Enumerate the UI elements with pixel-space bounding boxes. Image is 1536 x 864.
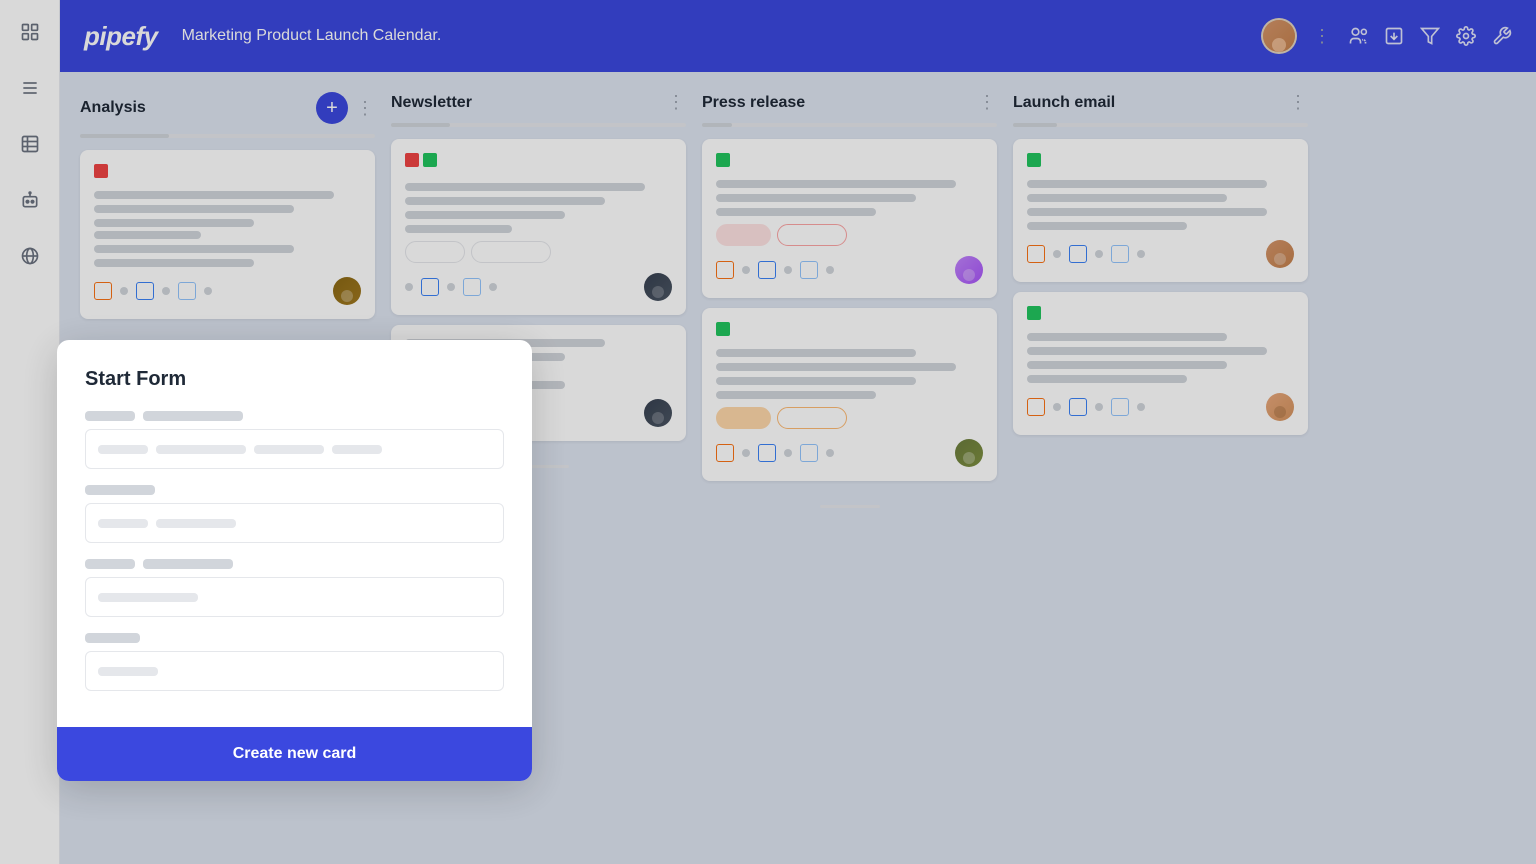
form-body: Start Form [57,340,532,707]
placeholder-block [98,593,198,602]
label-block [85,411,135,421]
form-label-3 [85,559,504,569]
form-input-4[interactable] [85,651,504,691]
input-content [98,667,158,676]
form-label-4 [85,633,504,643]
form-input-2[interactable] [85,503,504,543]
input-content [98,593,198,602]
form-label-2 [85,485,504,495]
form-field-3 [85,559,504,617]
placeholder-block [156,445,246,454]
create-card-button[interactable]: Create new card [57,727,532,781]
input-content [98,445,382,454]
form-field-2 [85,485,504,543]
placeholder-block [98,667,158,676]
placeholder-block [98,445,148,454]
placeholder-block [156,519,236,528]
label-block [85,633,140,643]
form-field-4 [85,633,504,691]
form-label-1 [85,411,504,421]
placeholder-block [98,519,148,528]
input-content [98,519,236,528]
placeholder-block [254,445,324,454]
form-title: Start Form [85,368,504,391]
form-field-1 [85,411,504,469]
start-form: Start Form [57,340,532,781]
label-block [85,559,135,569]
label-block [85,485,155,495]
form-input-3[interactable] [85,577,504,617]
form-input-1[interactable] [85,429,504,469]
label-block [143,411,243,421]
label-block [143,559,233,569]
placeholder-block [332,445,382,454]
